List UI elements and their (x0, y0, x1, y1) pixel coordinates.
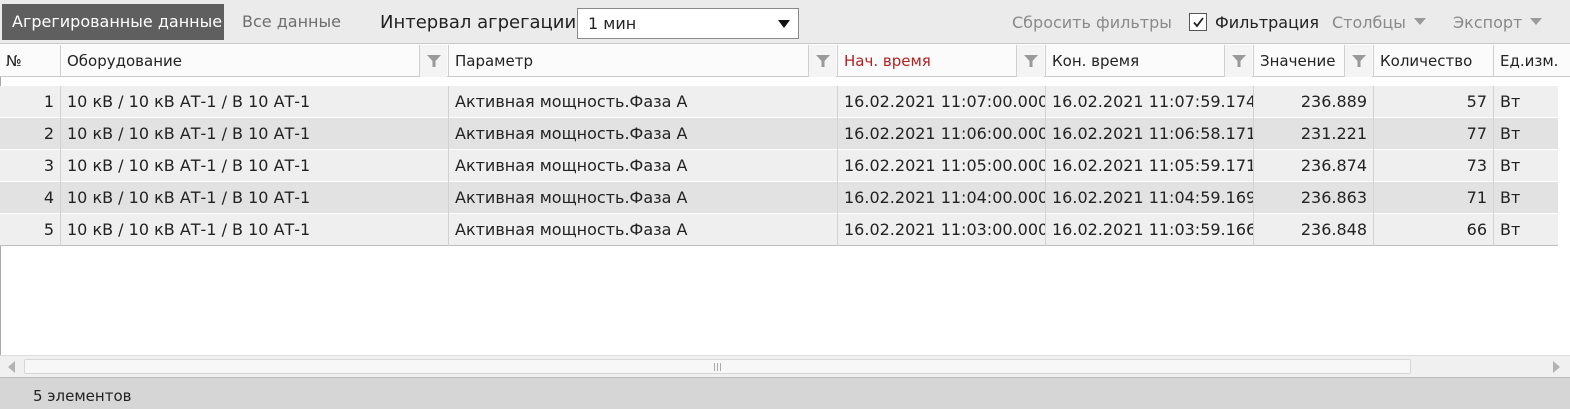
cell-equipment: 10 кВ / 10 кВ АТ-1 / В 10 АТ-1 (61, 86, 449, 118)
cell-parameter: Активная мощность.Фаза А (449, 86, 838, 118)
column-header-label: Кон. время (1052, 52, 1140, 70)
filtering-checkbox[interactable] (1189, 13, 1207, 31)
cell-unit: Вт (1500, 188, 1521, 207)
cell-end-time: 16.02.2021 11:04:59.169 (1046, 182, 1254, 214)
table-row[interactable]: 5 10 кВ / 10 кВ АТ-1 / В 10 АТ-1 Активна… (0, 214, 1558, 246)
cell-end-time: 16.02.2021 11:07:59.174 (1046, 86, 1254, 118)
cell-start-time: 16.02.2021 11:05:00.000 (838, 150, 1046, 182)
chevron-down-icon (778, 20, 790, 28)
cell-number: 3 (0, 150, 61, 182)
column-header-equipment[interactable]: Оборудование (61, 45, 449, 77)
filter-funnel-icon (1352, 55, 1366, 67)
column-header-label: Ед.изм. (1500, 52, 1559, 70)
column-filter-button[interactable] (1224, 45, 1252, 77)
cell-start-time: 16.02.2021 11:03:00.000 (838, 214, 1046, 246)
cell-number: 1 (0, 86, 61, 118)
status-bar: 5 элементов (0, 377, 1570, 409)
column-header-unit[interactable]: Ед.изм. (1494, 45, 1558, 77)
columns-menu-button[interactable]: Столбцы (1332, 13, 1426, 32)
triangle-down-icon (1413, 18, 1426, 25)
cell-parameter: Активная мощность.Фаза А (449, 214, 838, 246)
filter-funnel-icon (1024, 55, 1038, 67)
cell-unit: Вт (1500, 92, 1521, 111)
cell-number: 4 (0, 182, 61, 214)
filter-funnel-icon (816, 55, 830, 67)
cell-parameter: Активная мощность.Фаза А (449, 150, 838, 182)
cell-count: 77 (1374, 118, 1494, 150)
triangle-down-icon (1530, 18, 1543, 25)
cell-number: 2 (0, 118, 61, 150)
filter-funnel-icon (1232, 55, 1246, 67)
cell-start-time: 16.02.2021 11:04:00.000 (838, 182, 1046, 214)
aggregated-data-view: Агрегированные данные Все данные Интерва… (0, 0, 1570, 409)
aggregation-interval-label: Интервал агрегации (380, 12, 577, 33)
item-count-text: 5 элементов (33, 387, 132, 405)
column-header-label: Параметр (455, 52, 533, 70)
cell-start-time: 16.02.2021 11:06:00.000 (838, 118, 1046, 150)
filtering-label: Фильтрация (1215, 13, 1320, 32)
column-header-number[interactable]: № (0, 45, 61, 77)
cell-end-time: 16.02.2021 11:05:59.171 (1046, 150, 1254, 182)
cell-unit: Вт (1500, 220, 1521, 239)
table-row[interactable]: 3 10 кВ / 10 кВ АТ-1 / В 10 АТ-1 Активна… (0, 150, 1558, 182)
column-header-label: № (6, 52, 22, 70)
cell-equipment: 10 кВ / 10 кВ АТ-1 / В 10 АТ-1 (61, 214, 449, 246)
horizontal-scrollbar[interactable] (0, 355, 1570, 377)
checkmark-icon (1193, 17, 1204, 28)
cell-count: 57 (1374, 86, 1494, 118)
grid-body: 1 10 кВ / 10 кВ АТ-1 / В 10 АТ-1 Активна… (0, 77, 1570, 355)
reset-filters-button[interactable]: Сбросить фильтры (1012, 13, 1172, 32)
column-filter-button[interactable] (1016, 45, 1044, 77)
export-menu-button[interactable]: Экспорт (1453, 13, 1543, 32)
cell-equipment: 10 кВ / 10 кВ АТ-1 / В 10 АТ-1 (61, 118, 449, 150)
table-row[interactable]: 4 10 кВ / 10 кВ АТ-1 / В 10 АТ-1 Активна… (0, 182, 1558, 214)
cell-value: 231.221 (1254, 118, 1374, 150)
columns-menu-label: Столбцы (1332, 13, 1406, 32)
column-header-end-time[interactable]: Кон. время (1046, 45, 1254, 77)
cell-number: 5 (0, 214, 61, 246)
cell-count: 71 (1374, 182, 1494, 214)
column-header-start-time[interactable]: Нач. время (838, 45, 1046, 77)
filter-funnel-icon (427, 55, 441, 67)
column-header-parameter[interactable]: Параметр (449, 45, 838, 77)
scroll-left-arrow-icon[interactable] (8, 361, 15, 373)
cell-unit: Вт (1500, 124, 1521, 143)
export-menu-label: Экспорт (1453, 13, 1523, 32)
tab-all-data[interactable]: Все данные (232, 4, 351, 40)
column-header-label: Оборудование (67, 52, 182, 70)
cell-value: 236.874 (1254, 150, 1374, 182)
cell-equipment: 10 кВ / 10 кВ АТ-1 / В 10 АТ-1 (61, 150, 449, 182)
column-header-value[interactable]: Значение (1254, 45, 1374, 77)
cell-value: 236.863 (1254, 182, 1374, 214)
scroll-right-arrow-icon[interactable] (1553, 361, 1560, 373)
cell-parameter: Активная мощность.Фаза А (449, 182, 838, 214)
column-filter-button[interactable] (1344, 45, 1372, 77)
cell-parameter: Активная мощность.Фаза А (449, 118, 838, 150)
cell-end-time: 16.02.2021 11:03:59.166 (1046, 214, 1254, 246)
table-row[interactable]: 2 10 кВ / 10 кВ АТ-1 / В 10 АТ-1 Активна… (0, 118, 1558, 150)
cell-end-time: 16.02.2021 11:06:58.171 (1046, 118, 1254, 150)
aggregation-interval-select[interactable]: 1 мин (577, 8, 799, 39)
aggregation-interval-value: 1 мин (588, 14, 637, 33)
cell-unit: Вт (1500, 156, 1521, 175)
column-filter-button[interactable] (808, 45, 836, 77)
column-header-label: Нач. время (844, 52, 931, 70)
table-row[interactable]: 1 10 кВ / 10 кВ АТ-1 / В 10 АТ-1 Активна… (0, 86, 1558, 118)
column-header-label: Количество (1380, 52, 1473, 70)
grid-header: № Оборудование Параметр Нач. время Кон. … (0, 45, 1570, 77)
grip-icon (714, 363, 723, 371)
column-header-count[interactable]: Количество (1374, 45, 1494, 77)
cell-count: 66 (1374, 214, 1494, 246)
scrollbar-thumb[interactable] (24, 359, 1411, 374)
toolbar: Агрегированные данные Все данные Интерва… (0, 0, 1570, 44)
column-filter-button[interactable] (419, 45, 447, 77)
column-header-label: Значение (1260, 52, 1336, 70)
cell-start-time: 16.02.2021 11:07:00.000 (838, 86, 1046, 118)
cell-equipment: 10 кВ / 10 кВ АТ-1 / В 10 АТ-1 (61, 182, 449, 214)
cell-value: 236.889 (1254, 86, 1374, 118)
tab-aggregated-data[interactable]: Агрегированные данные (2, 4, 224, 40)
cell-count: 73 (1374, 150, 1494, 182)
cell-value: 236.848 (1254, 214, 1374, 246)
